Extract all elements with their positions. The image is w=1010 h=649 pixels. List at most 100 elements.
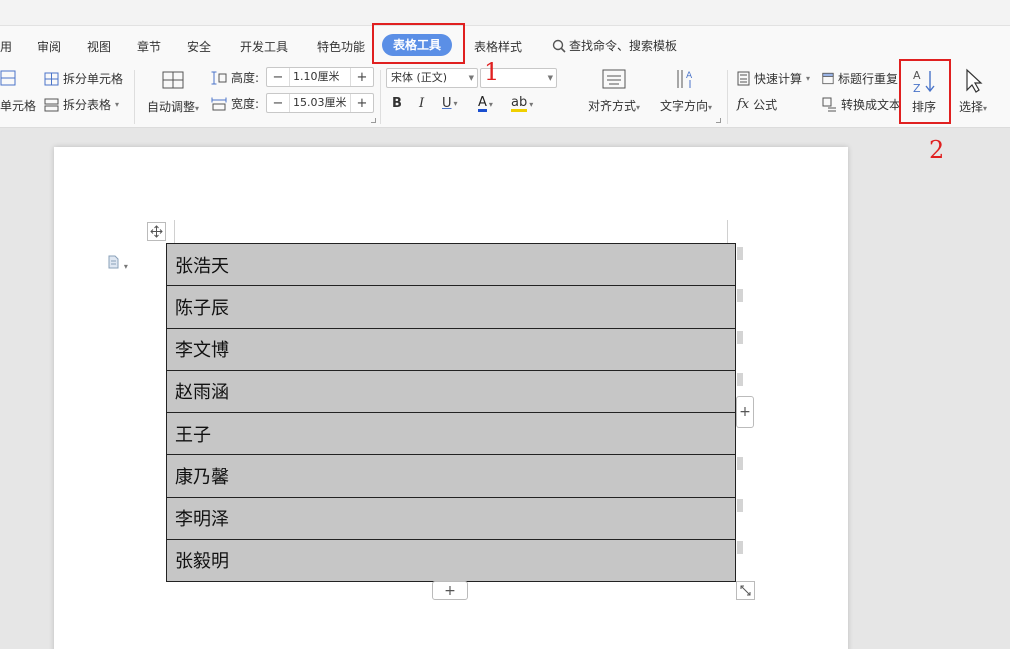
font-color-label: A: [478, 96, 487, 112]
height-increase-button[interactable]: +: [351, 68, 373, 86]
italic-button[interactable]: I: [419, 96, 424, 111]
table-move-handle[interactable]: [147, 222, 166, 241]
chevron-down-icon: ▼: [548, 69, 553, 87]
select-button[interactable]: 选择▾: [953, 68, 993, 115]
row-height-icon: [211, 71, 227, 85]
width-input[interactable]: 15.03厘米: [289, 94, 351, 112]
auto-fit-button[interactable]: 自动调整▾: [144, 68, 202, 115]
fx-icon: fx: [737, 97, 749, 112]
tab-table-style[interactable]: 表格样式: [474, 38, 522, 55]
text-direction-button[interactable]: A 文字方向▾: [657, 68, 715, 114]
align-button[interactable]: 对齐方式▾: [585, 69, 643, 114]
table-cell[interactable]: 康乃馨: [167, 455, 736, 497]
col-width-stepper[interactable]: − 15.03厘米 +: [266, 93, 374, 113]
table-cell[interactable]: 张浩天: [167, 244, 736, 286]
underline-label: U: [442, 96, 452, 111]
divider: [380, 70, 381, 124]
row-marker: [737, 289, 743, 302]
tab-reference[interactable]: 用: [0, 38, 12, 55]
formula-button[interactable]: fx 公式: [737, 96, 777, 113]
move-icon: [150, 225, 163, 238]
font-color-button[interactable]: A▾: [478, 96, 493, 112]
chevron-down-icon: ▾: [489, 100, 493, 109]
table-row[interactable]: 陈子辰: [167, 286, 736, 328]
row-marker: [737, 331, 743, 344]
text-direction-label: 文字方向: [660, 99, 708, 113]
table-row[interactable]: 康乃馨: [167, 455, 736, 497]
row-height-stepper[interactable]: − 1.10厘米 +: [266, 67, 374, 87]
chevron-down-icon: ▾: [806, 74, 810, 83]
table-resize-handle[interactable]: [736, 581, 755, 600]
chevron-down-icon: ▾: [708, 103, 712, 112]
table-row[interactable]: 李文博: [167, 328, 736, 370]
height-decrease-button[interactable]: −: [267, 68, 289, 86]
table-cell[interactable]: 陈子辰: [167, 286, 736, 328]
row-marker: [737, 457, 743, 470]
convert-to-text-button[interactable]: 转换成文本: [822, 96, 901, 113]
tab-security[interactable]: 安全: [187, 38, 211, 55]
header-repeat-icon: [822, 71, 834, 86]
chevron-down-icon: ▾: [529, 100, 533, 109]
merge-cells-button[interactable]: 单元格: [0, 97, 36, 114]
command-search[interactable]: 查找命令、搜索模板: [552, 37, 677, 54]
add-column-button[interactable]: +: [736, 396, 754, 428]
table-row[interactable]: 王子: [167, 413, 736, 455]
split-cells-label: 拆分单元格: [63, 70, 123, 87]
calculator-icon: [737, 71, 750, 86]
names-table[interactable]: 张浩天 陈子辰 李文博 赵雨涵 王子 康乃馨 李明泽 张毅明: [166, 243, 736, 582]
document-icon: [107, 255, 120, 269]
font-family-select[interactable]: 宋体 (正文) ▼: [386, 68, 478, 88]
width-increase-button[interactable]: +: [351, 94, 373, 112]
highlight-box-tab: [372, 23, 465, 64]
tab-review[interactable]: 审阅: [37, 38, 61, 55]
table-row[interactable]: 张浩天: [167, 244, 736, 286]
auto-fit-label: 自动调整: [147, 100, 195, 114]
cursor-arrow-icon: [962, 68, 984, 94]
text-direction-icon: A: [674, 68, 698, 90]
tab-view[interactable]: 视图: [87, 38, 111, 55]
annotation-number-2: 2: [929, 136, 944, 164]
dialog-launcher-icon[interactable]: [371, 118, 376, 123]
chevron-down-icon: ▾: [195, 104, 199, 113]
font-family-value: 宋体 (正文): [391, 71, 447, 84]
quick-calc-button[interactable]: 快速计算▾: [737, 70, 810, 87]
merge-cells-icon[interactable]: [0, 70, 16, 86]
table-row[interactable]: 张毅明: [167, 539, 736, 581]
menu-tabs: 用 审阅 视图 章节 安全 开发工具 特色功能 表格工具 表格样式 查找命令、搜…: [0, 26, 1010, 64]
table-row[interactable]: 赵雨涵: [167, 370, 736, 412]
tab-chapter[interactable]: 章节: [137, 38, 161, 55]
align-label: 对齐方式: [588, 99, 636, 113]
row-height-label: 高度:: [211, 69, 259, 86]
split-cells-icon: [44, 72, 59, 86]
convert-text-icon: [822, 97, 837, 112]
dialog-launcher-icon[interactable]: [716, 118, 721, 123]
highlight-label: ab: [511, 96, 527, 112]
height-input[interactable]: 1.10厘米: [289, 68, 351, 86]
table-cell[interactable]: 赵雨涵: [167, 370, 736, 412]
header-repeat-label: 标题行重复: [838, 70, 898, 87]
table-cell[interactable]: 张毅明: [167, 539, 736, 581]
chevron-down-icon: ▾: [454, 99, 458, 108]
margin-guide: [174, 220, 175, 243]
divider: [727, 70, 728, 124]
row-marker: [737, 541, 743, 554]
table-row[interactable]: 李明泽: [167, 497, 736, 539]
table-cell[interactable]: 李明泽: [167, 497, 736, 539]
underline-button[interactable]: U▾: [442, 96, 458, 111]
resize-icon: [740, 585, 751, 596]
paragraph-marker[interactable]: ▾: [107, 255, 128, 272]
table-cell[interactable]: 李文博: [167, 328, 736, 370]
header-repeat-button[interactable]: 标题行重复: [822, 70, 898, 87]
row-marker: [737, 247, 743, 260]
add-row-button[interactable]: +: [432, 581, 468, 600]
split-cells-button[interactable]: 拆分单元格: [44, 70, 123, 87]
tab-developer[interactable]: 开发工具: [240, 38, 288, 55]
search-placeholder: 查找命令、搜索模板: [569, 37, 677, 54]
tab-features[interactable]: 特色功能: [317, 38, 365, 55]
highlight-button[interactable]: ab▾: [511, 96, 533, 112]
bold-button[interactable]: B: [392, 96, 402, 111]
split-table-button[interactable]: 拆分表格▾: [44, 96, 119, 113]
chevron-down-icon: ▾: [124, 262, 128, 271]
table-cell[interactable]: 王子: [167, 413, 736, 455]
width-decrease-button[interactable]: −: [267, 94, 289, 112]
